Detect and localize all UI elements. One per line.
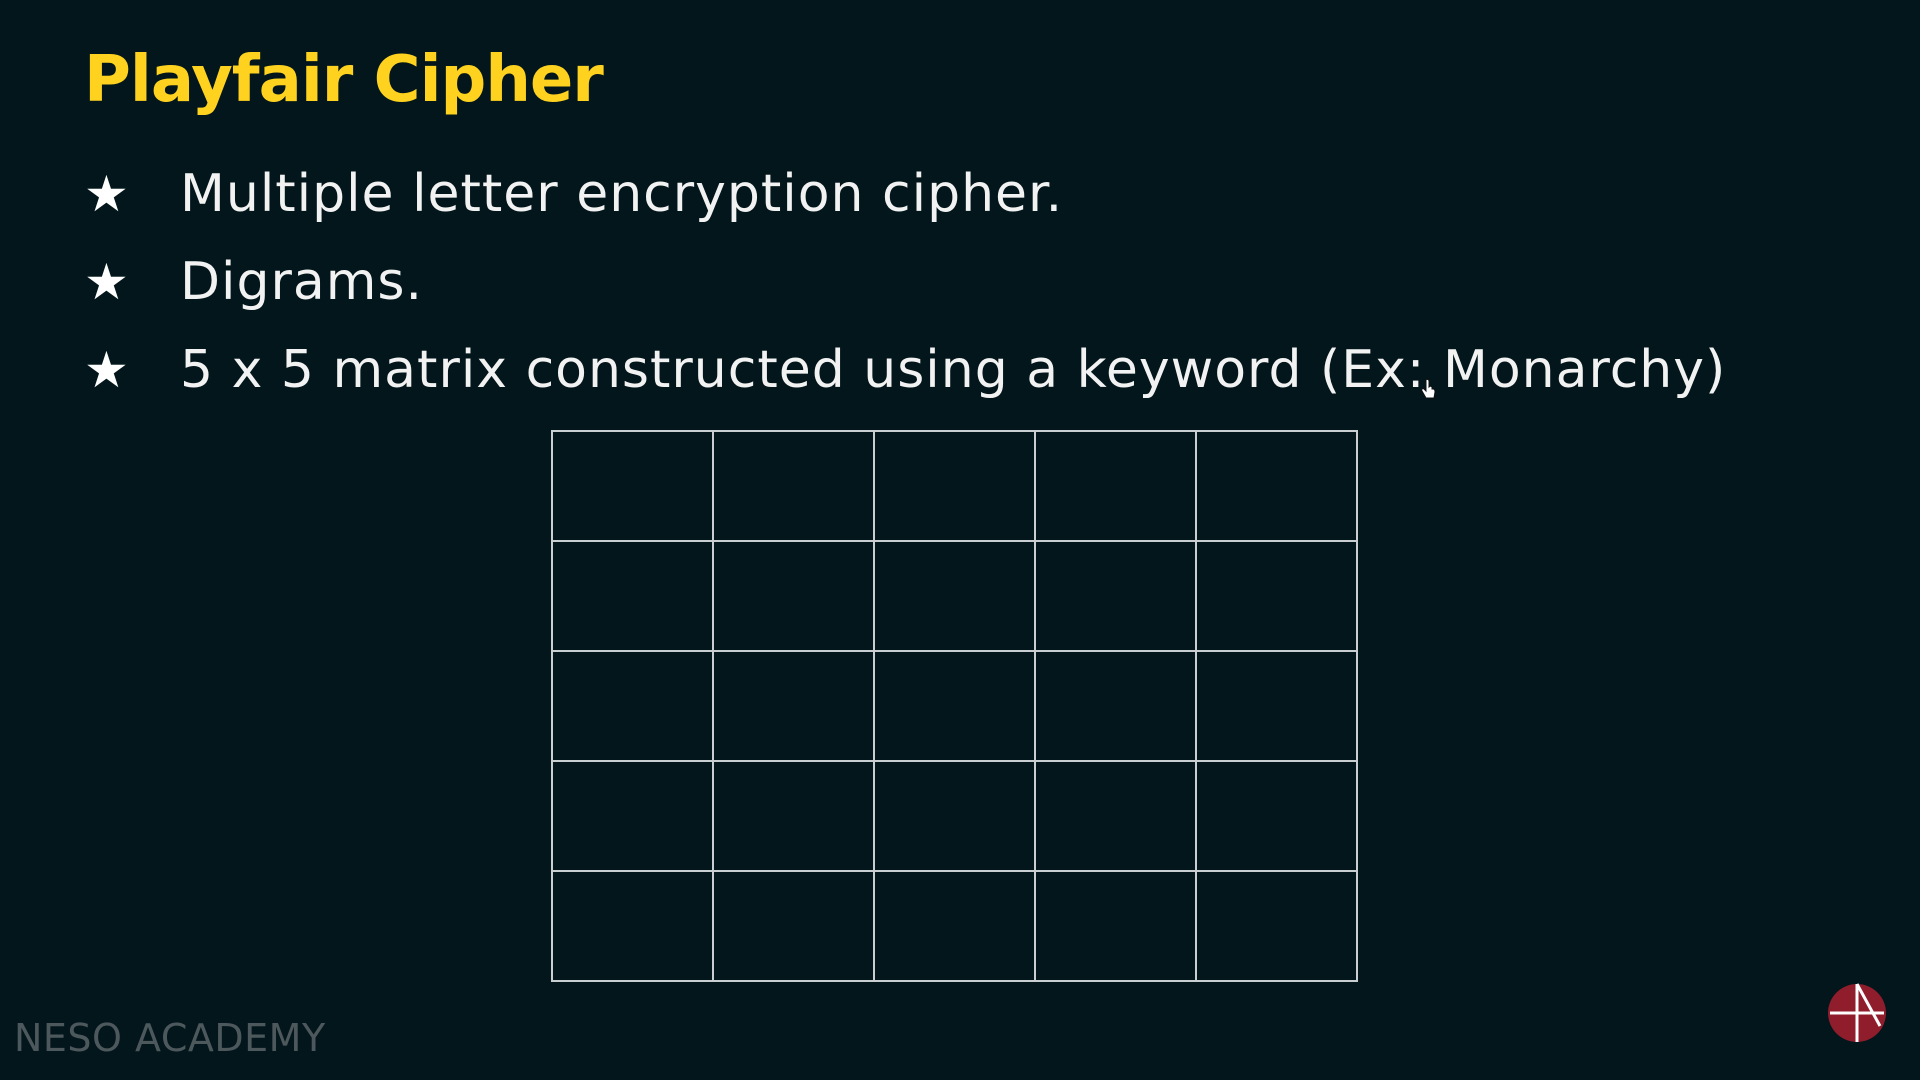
matrix-cell	[873, 870, 1034, 980]
bullet-text: Multiple letter encryption cipher.	[180, 164, 1064, 224]
matrix-cell	[712, 650, 873, 760]
matrix-cell	[551, 430, 712, 540]
matrix-cell	[1034, 650, 1195, 760]
matrix-cell	[712, 760, 873, 870]
bullet-list: ★ Multiple letter encryption cipher. ★ D…	[84, 150, 1726, 414]
matrix-cell	[1034, 760, 1195, 870]
matrix-cell	[873, 540, 1034, 650]
slide-title: Playfair Cipher	[84, 43, 604, 117]
playfair-matrix	[551, 430, 1358, 982]
matrix-cell	[1195, 650, 1356, 760]
matrix-cell	[1034, 870, 1195, 980]
star-icon: ★	[84, 253, 129, 311]
bullet-item: ★ Digrams.	[84, 238, 1726, 326]
matrix-cell	[1195, 870, 1356, 980]
bullet-item: ★ Multiple letter encryption cipher.	[84, 150, 1726, 238]
matrix-cell	[1034, 430, 1195, 540]
matrix-cell	[712, 430, 873, 540]
matrix-cell	[873, 430, 1034, 540]
watermark: NESO ACADEMY	[14, 1016, 326, 1060]
matrix-cell	[551, 650, 712, 760]
matrix-cell	[1195, 540, 1356, 650]
neso-academy-logo-icon	[1828, 983, 1886, 1042]
star-icon: ★	[84, 165, 129, 223]
matrix-cell	[1195, 430, 1356, 540]
matrix-cell	[551, 870, 712, 980]
matrix-cell	[712, 540, 873, 650]
matrix-cell	[1195, 760, 1356, 870]
matrix-cell	[551, 540, 712, 650]
matrix-cell	[551, 760, 712, 870]
matrix-cell	[873, 760, 1034, 870]
slide: Playfair Cipher ★ Multiple letter encryp…	[0, 0, 1920, 1080]
matrix-cell	[712, 870, 873, 980]
star-icon: ★	[84, 341, 129, 399]
matrix-cell	[873, 650, 1034, 760]
matrix-cell	[1034, 540, 1195, 650]
bullet-text: Digrams.	[180, 252, 424, 312]
hand-cursor-icon	[1421, 378, 1436, 399]
bullet-item: ★ 5 x 5 matrix constructed using a keywo…	[84, 326, 1726, 414]
bullet-text: 5 x 5 matrix constructed using a keyword…	[180, 340, 1727, 400]
